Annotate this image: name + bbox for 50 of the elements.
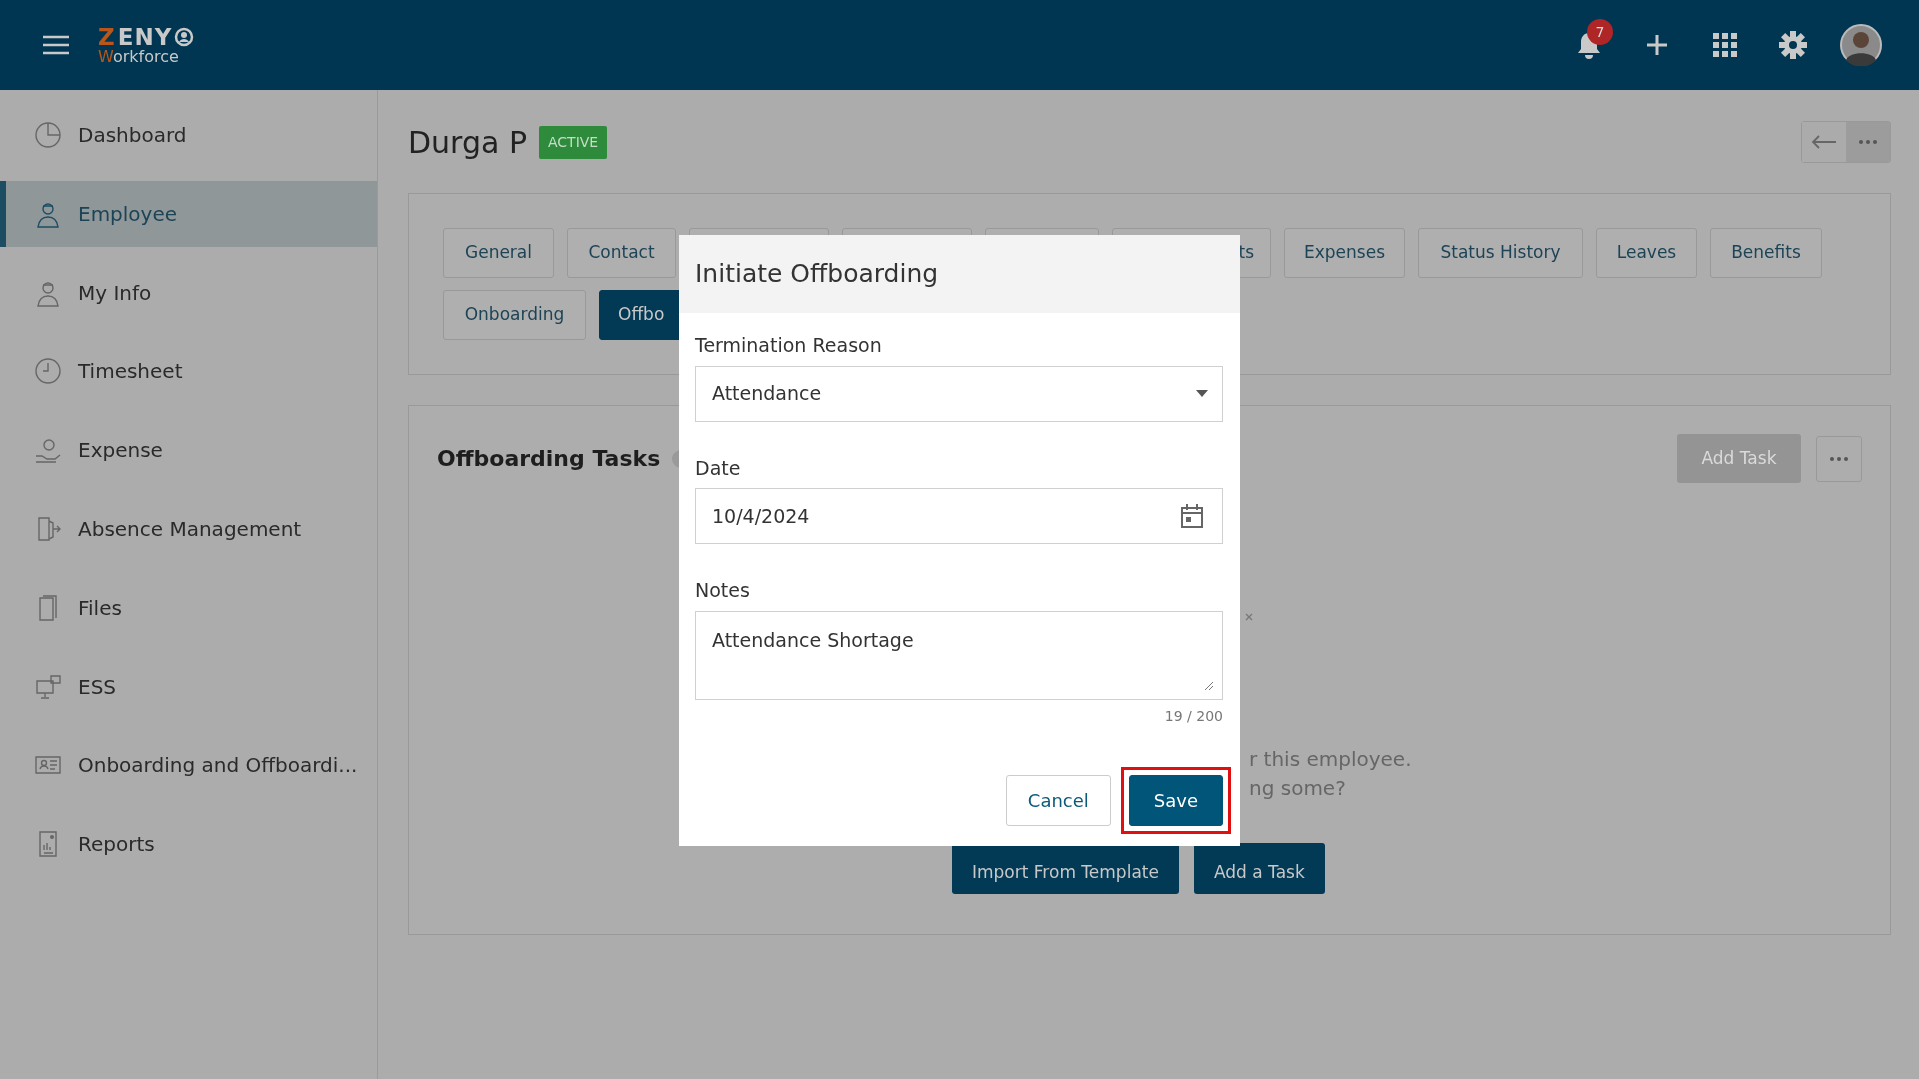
tab[interactable]: Status History <box>1418 228 1583 278</box>
employee-name: Durga P <box>408 123 527 162</box>
save-button[interactable]: Save <box>1128 774 1223 826</box>
notification-badge: 7 <box>1587 19 1613 45</box>
calendar-icon[interactable] <box>1180 503 1204 529</box>
tab[interactable]: General <box>443 228 554 278</box>
avatar[interactable] <box>1840 24 1882 66</box>
sidebar-item[interactable]: Expense <box>0 417 377 484</box>
sidebar-item[interactable]: Dashboard <box>0 102 377 168</box>
sidebar-item[interactable]: Reports <box>0 811 377 878</box>
section-title: Offboarding Tasks <box>437 445 661 473</box>
settings-icon[interactable] <box>1778 30 1808 60</box>
sidebar-item[interactable]: Employee <box>0 180 377 247</box>
sidebar-item[interactable]: Timesheet <box>0 338 377 405</box>
tab[interactable]: Leaves <box>1596 228 1697 278</box>
resize-handle-icon[interactable] <box>1204 680 1214 691</box>
plus-icon[interactable] <box>1646 34 1668 56</box>
field-label: Notes <box>695 578 751 603</box>
notification-button[interactable]: 7 <box>1561 17 1617 73</box>
sidebar-item[interactable]: ESS <box>0 653 377 720</box>
tab[interactable]: Onboarding <box>443 290 586 340</box>
apps-grid-icon[interactable] <box>1713 33 1737 57</box>
monitor-chat-icon <box>34 672 62 701</box>
small-cross-icon <box>1245 613 1253 621</box>
empty-state-text: ng some? <box>1249 775 1347 802</box>
action-button[interactable]: Import From Template <box>952 843 1179 894</box>
pie-chart-icon <box>34 121 62 149</box>
select-field[interactable]: Attendance <box>695 365 1223 422</box>
menu-icon[interactable] <box>42 35 70 55</box>
sidebar-item[interactable]: Absence Management <box>0 496 377 562</box>
text-area[interactable]: Attendance Shortage <box>695 610 1223 700</box>
more-icon <box>1859 140 1877 144</box>
tab[interactable]: Contact <box>567 228 676 278</box>
back-arrow-icon <box>1811 135 1837 149</box>
field-label: Date <box>695 455 742 481</box>
caret-icon <box>1196 390 1208 397</box>
status-badge: ACTIVE <box>539 125 608 159</box>
clock-icon <box>34 357 62 386</box>
tab[interactable]: Expenses <box>1284 228 1405 278</box>
sidebar-item[interactable]: My Info <box>0 259 377 326</box>
more-icon <box>1830 456 1848 461</box>
date-field[interactable]: 10/4/2024 <box>695 488 1223 544</box>
tab[interactable]: Benefits <box>1710 228 1822 278</box>
sidebar-item[interactable]: Onboarding and Offboardi... <box>0 732 377 799</box>
empty-state-text: r this employee. <box>1249 746 1413 773</box>
dialog-title: Initiate Offboarding <box>679 235 1240 313</box>
sidebar-item[interactable]: Files <box>0 574 377 641</box>
character-counter: 19 / 200 <box>1163 706 1223 726</box>
cancel-button[interactable]: Cancel <box>1005 774 1111 826</box>
action-button[interactable]: Add a Task <box>1193 843 1325 894</box>
